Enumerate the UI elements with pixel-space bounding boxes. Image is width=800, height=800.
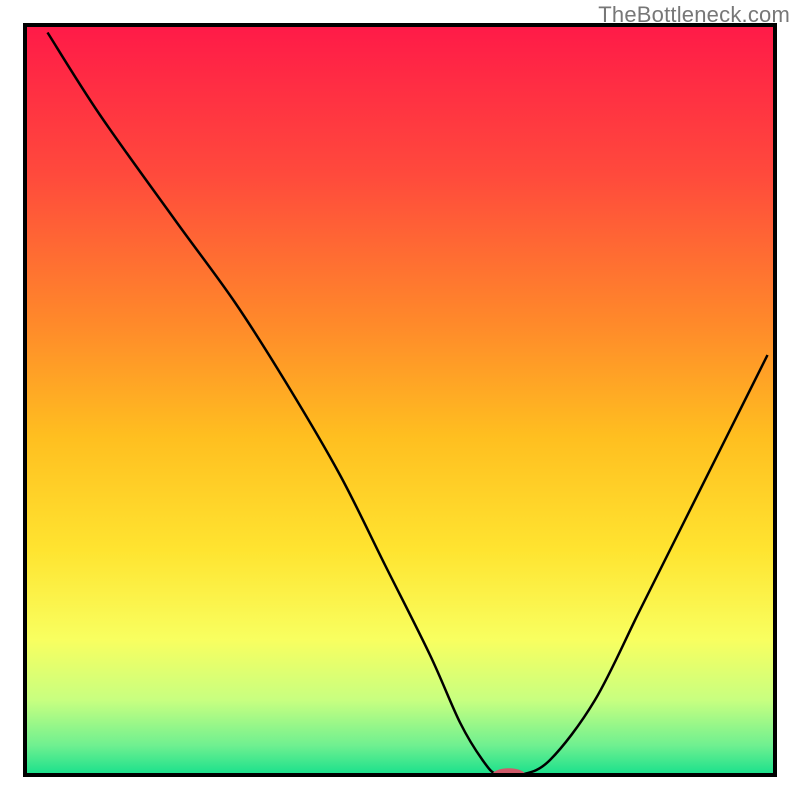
watermark-text: TheBottleneck.com	[598, 2, 790, 28]
chart-svg	[0, 0, 800, 800]
plot-background	[25, 25, 775, 775]
chart-container: TheBottleneck.com	[0, 0, 800, 800]
